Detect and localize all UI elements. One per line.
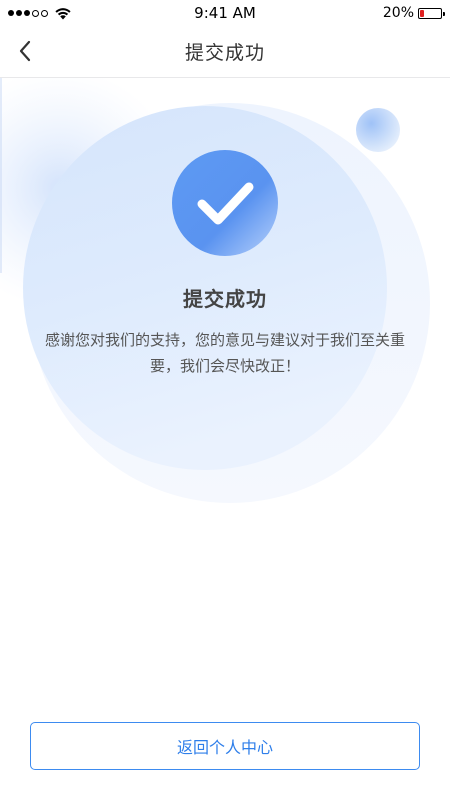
signal-dot <box>32 9 39 17</box>
signal-dot <box>8 10 14 16</box>
battery-percent: 20% <box>382 5 414 21</box>
signal-dot <box>24 10 30 16</box>
page-title: 提交成功 <box>184 42 265 64</box>
checkmark-icon <box>172 150 278 256</box>
back-button[interactable] <box>10 36 40 66</box>
signal-dot <box>41 9 48 17</box>
small-ball <box>356 108 400 152</box>
return-profile-button[interactable]: 返回个人中心 <box>30 722 420 770</box>
chevron-left-icon <box>19 40 31 62</box>
status-left <box>0 6 72 20</box>
battery-icon <box>418 7 445 19</box>
status-right: 20% <box>383 5 450 21</box>
battery-fill <box>420 9 424 17</box>
check-circle <box>172 150 278 256</box>
status-bar: 9:41 AM 20% <box>0 0 450 26</box>
glow-left <box>0 78 180 308</box>
wifi-icon <box>55 8 71 20</box>
screen: 9:41 AM 20% 提交成功 提交成功 感谢您对我们的支持，您的意见与建议对… <box>0 0 450 800</box>
signal-strength-icon <box>8 9 48 17</box>
navigation-bar: 提交成功 <box>0 26 450 78</box>
signal-dot <box>16 10 22 16</box>
success-message: 感谢您对我们的支持，您的意见与建议对于我们至关重要，我们会尽快改正！ <box>44 331 405 375</box>
battery-cap <box>443 11 445 16</box>
success-title: 提交成功 <box>183 287 267 311</box>
